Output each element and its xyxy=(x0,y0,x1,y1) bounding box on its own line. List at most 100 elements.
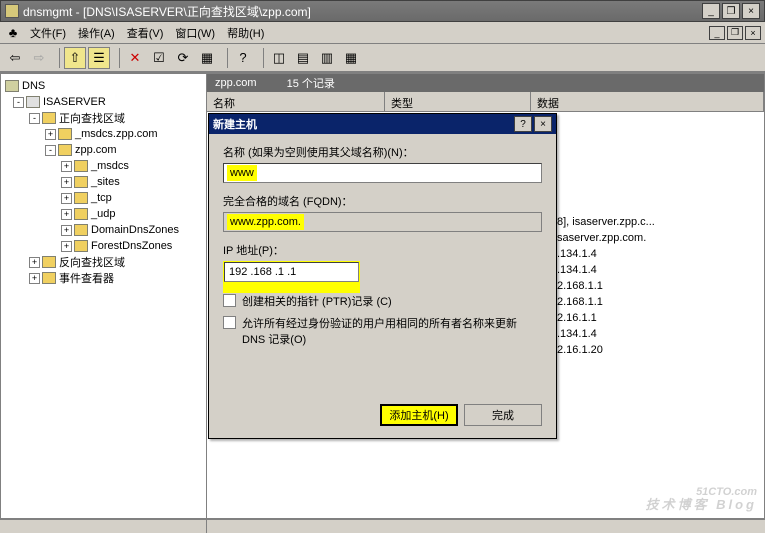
record-data-peek: .134.1.4 xyxy=(557,248,597,260)
tree-folder-tcp[interactable]: +_tcp xyxy=(1,190,206,206)
details-header: zpp.com 15 个记录 xyxy=(207,74,764,92)
dns-icon xyxy=(5,80,19,92)
collapse-icon[interactable]: - xyxy=(29,113,40,124)
properties-button[interactable]: ☑ xyxy=(148,47,170,69)
menu-action[interactable]: 操作(A) xyxy=(74,23,119,43)
tree-reverse-zones[interactable]: +反向查找区域 xyxy=(1,254,206,270)
statusbar xyxy=(0,519,765,533)
collapse-icon[interactable]: - xyxy=(13,97,24,108)
show-hide-tree-button[interactable]: ☰ xyxy=(88,47,110,69)
back-button[interactable]: ⇦ xyxy=(4,47,26,69)
system-menu-icon[interactable]: ♣ xyxy=(4,24,22,42)
col-name[interactable]: 名称 xyxy=(207,92,385,111)
new-host-dialog: 新建主机 ? × 名称 (如果为空则使用其父域名称)(N)： www 完全合格的… xyxy=(208,113,557,439)
expand-icon[interactable]: + xyxy=(45,129,56,140)
done-button[interactable]: 完成 xyxy=(464,404,542,426)
col-data[interactable]: 数据 xyxy=(531,92,764,111)
tree-folder-msdcs[interactable]: +_msdcs xyxy=(1,158,206,174)
folder-icon xyxy=(74,176,88,188)
minimize-button[interactable]: _ xyxy=(702,3,720,19)
column-headers: 名称 类型 数据 xyxy=(207,92,764,112)
up-button[interactable]: ⇧ xyxy=(64,47,86,69)
folder-icon xyxy=(74,240,88,252)
tree-folder-forestdnszones[interactable]: +ForestDnsZones xyxy=(1,238,206,254)
tree-zone-zpp[interactable]: -zpp.com xyxy=(1,142,206,158)
window-title: dnsmgmt - [DNS\ISASERVER\正向查找区域\zpp.com] xyxy=(23,3,700,20)
col-type[interactable]: 类型 xyxy=(385,92,531,111)
server-icon xyxy=(26,96,40,108)
menu-window[interactable]: 窗口(W) xyxy=(171,23,219,43)
menubar: ♣ 文件(F) 操作(A) 查看(V) 窗口(W) 帮助(H) _ ❐ × xyxy=(0,22,765,44)
allow-auth-update-checkbox[interactable] xyxy=(223,316,236,329)
tree-event-viewer[interactable]: +事件查看器 xyxy=(1,270,206,286)
record-data-peek: .134.1.4 xyxy=(557,328,597,340)
close-button[interactable]: × xyxy=(742,3,760,19)
mdi-minimize-button[interactable]: _ xyxy=(709,26,725,40)
fqdn-display: www.zpp.com. xyxy=(223,212,542,232)
menu-view[interactable]: 查看(V) xyxy=(123,23,168,43)
tree-folder-sites[interactable]: +_sites xyxy=(1,174,206,190)
tool-button-1[interactable]: ◫ xyxy=(268,47,290,69)
fqdn-label: 完全合格的域名 (FQDN)： xyxy=(223,193,542,209)
name-input[interactable]: www xyxy=(223,163,542,183)
mdi-close-button[interactable]: × xyxy=(745,26,761,40)
tree-folder-udp[interactable]: +_udp xyxy=(1,206,206,222)
app-icon xyxy=(5,4,19,18)
delete-button[interactable]: ✕ xyxy=(124,47,146,69)
tree-forward-zones[interactable]: -正向查找区域 xyxy=(1,110,206,126)
expand-icon[interactable]: + xyxy=(61,177,72,188)
record-data-peek: 2.168.1.1 xyxy=(557,280,603,292)
dialog-title: 新建主机 xyxy=(213,116,512,132)
folder-icon xyxy=(74,192,88,204)
record-data-peek: 2.16.1.20 xyxy=(557,344,603,356)
expand-icon[interactable]: + xyxy=(61,193,72,204)
record-count: 15 个记录 xyxy=(287,75,335,91)
expand-icon[interactable]: + xyxy=(61,161,72,172)
ip-address-input[interactable]: 192 .168 .1 .1 xyxy=(224,262,359,282)
expand-icon[interactable]: + xyxy=(61,241,72,252)
record-data-peek: .134.1.4 xyxy=(557,264,597,276)
tool-button-4[interactable]: ▦ xyxy=(340,47,362,69)
create-ptr-checkbox[interactable] xyxy=(223,294,236,307)
tree-root-dns[interactable]: DNS xyxy=(1,78,206,94)
record-data-peek: saserver.zpp.com. xyxy=(557,232,646,244)
refresh-button[interactable]: ⟳ xyxy=(172,47,194,69)
toolbar: ⇦ ⇨ ⇧ ☰ ✕ ☑ ⟳ ▦ ? ◫ ▤ ▥ ▦ xyxy=(0,44,765,72)
export-list-button[interactable]: ▦ xyxy=(196,47,218,69)
forward-button: ⇨ xyxy=(28,47,50,69)
expand-icon[interactable]: + xyxy=(29,273,40,284)
name-label: 名称 (如果为空则使用其父域名称)(N)： xyxy=(223,144,542,160)
folder-icon xyxy=(74,160,88,172)
menu-help[interactable]: 帮助(H) xyxy=(223,23,268,43)
tool-button-3[interactable]: ▥ xyxy=(316,47,338,69)
tool-button-2[interactable]: ▤ xyxy=(292,47,314,69)
tree-folder-domaindnszones[interactable]: +DomainDnsZones xyxy=(1,222,206,238)
expand-icon[interactable]: + xyxy=(29,257,40,268)
dialog-titlebar[interactable]: 新建主机 ? × xyxy=(209,114,556,134)
zone-icon xyxy=(58,144,72,156)
zone-icon xyxy=(58,128,72,140)
expand-icon[interactable]: + xyxy=(61,225,72,236)
record-data-peek: 8], isaserver.zpp.c... xyxy=(557,216,655,228)
add-host-button[interactable]: 添加主机(H) xyxy=(380,404,458,426)
tree-panel[interactable]: DNS -ISASERVER -正向查找区域 +_msdcs.zpp.com -… xyxy=(0,73,207,519)
dialog-help-button[interactable]: ? xyxy=(514,116,532,132)
main-titlebar: dnsmgmt - [DNS\ISASERVER\正向查找区域\zpp.com]… xyxy=(0,0,765,22)
record-data-peek: 2.16.1.1 xyxy=(557,312,597,324)
collapse-icon[interactable]: - xyxy=(45,145,56,156)
expand-icon[interactable]: + xyxy=(61,209,72,220)
menu-file[interactable]: 文件(F) xyxy=(26,23,70,43)
ip-label: IP 地址(P)： xyxy=(223,242,542,258)
dialog-close-button[interactable]: × xyxy=(534,116,552,132)
folder-icon xyxy=(42,112,56,124)
help-button[interactable]: ? xyxy=(232,47,254,69)
tree-zone-msdcs-zpp[interactable]: +_msdcs.zpp.com xyxy=(1,126,206,142)
mdi-restore-button[interactable]: ❐ xyxy=(727,26,743,40)
folder-icon xyxy=(74,208,88,220)
folder-icon xyxy=(42,272,56,284)
maximize-button[interactable]: ❐ xyxy=(722,3,740,19)
watermark: 51CTO.com 技术博客 Blog xyxy=(646,487,758,511)
tree-server[interactable]: -ISASERVER xyxy=(1,94,206,110)
folder-icon xyxy=(42,256,56,268)
create-ptr-label: 创建相关的指针 (PTR)记录 (C) xyxy=(242,293,392,309)
